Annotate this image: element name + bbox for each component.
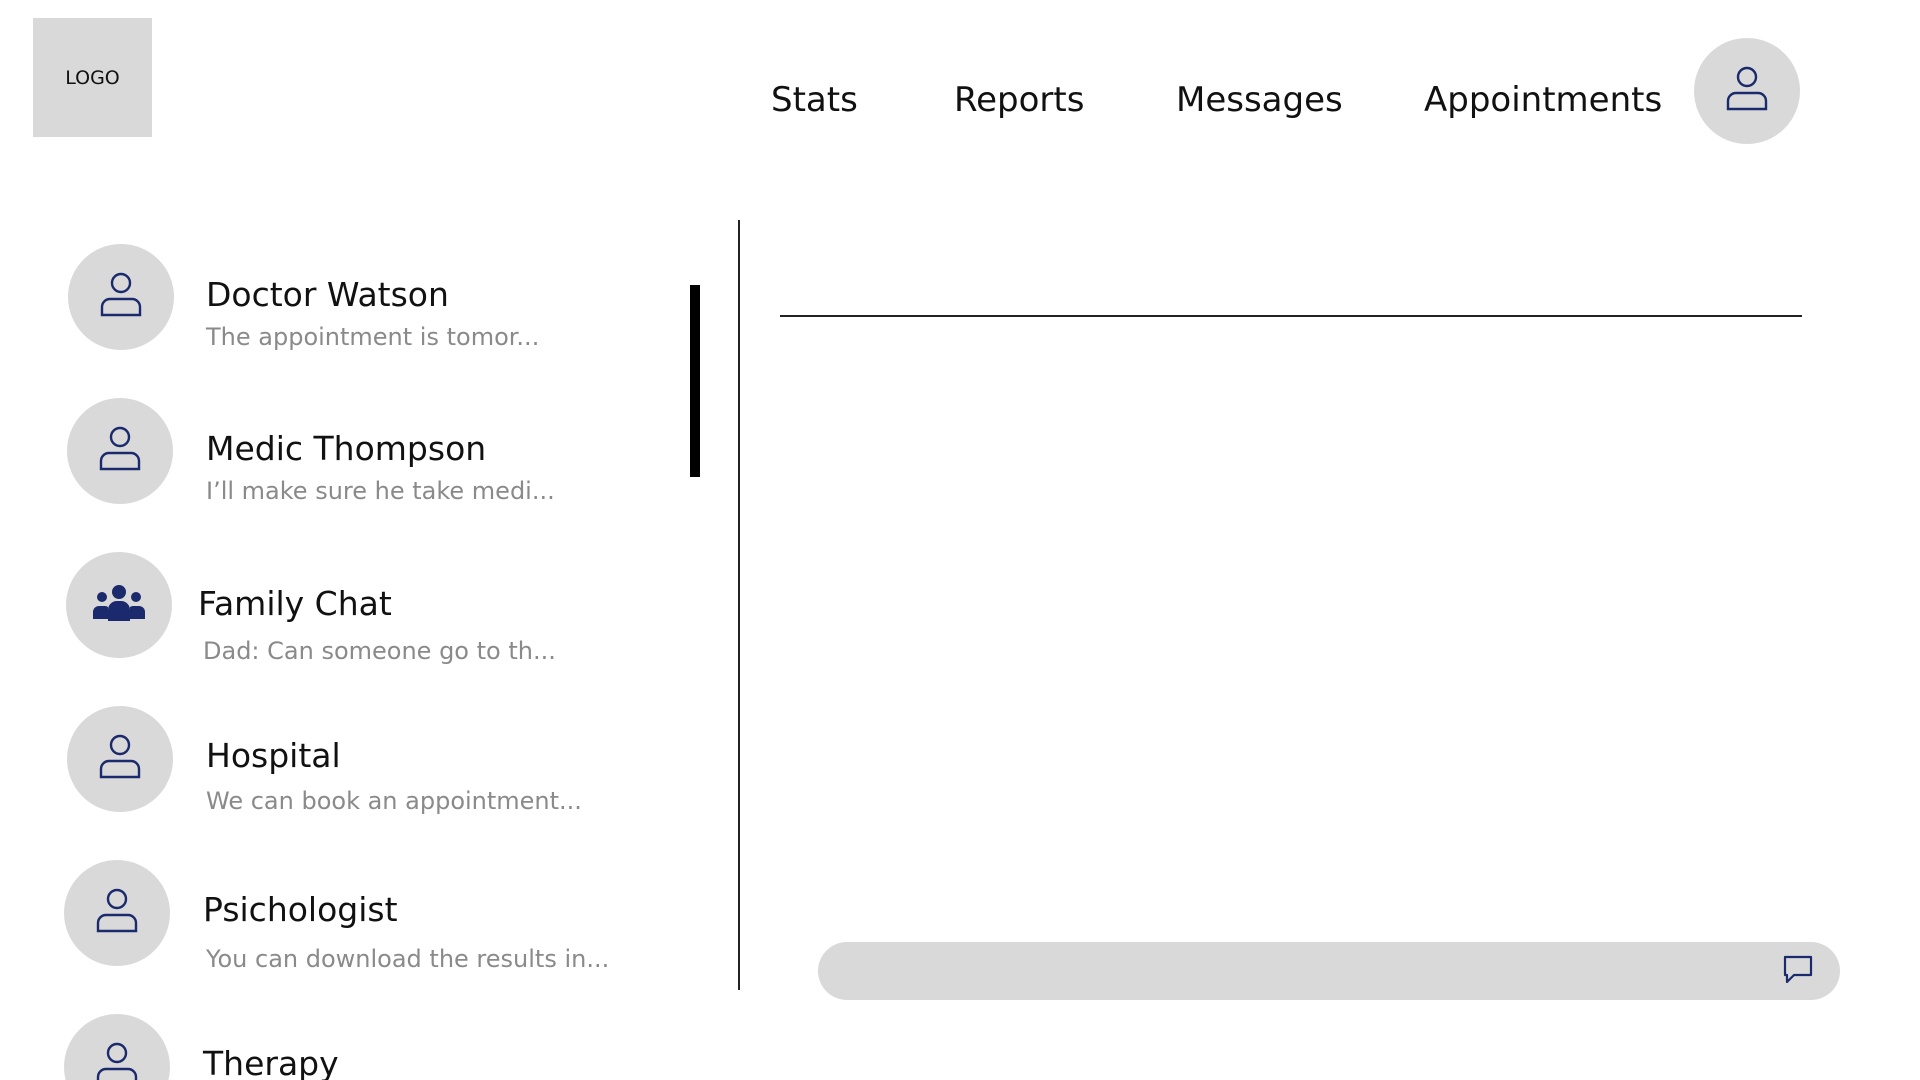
avatar xyxy=(67,398,173,504)
chat-list-scrollbar[interactable] xyxy=(690,285,700,477)
avatar xyxy=(68,244,174,350)
chat-preview: We can book an appointment... xyxy=(206,787,582,815)
user-icon xyxy=(95,1041,139,1080)
user-icon xyxy=(99,271,143,323)
send-message-button[interactable] xyxy=(1780,954,1816,990)
avatar xyxy=(66,552,172,658)
logo[interactable]: LOGO xyxy=(33,18,152,137)
chat-item-hospital[interactable]: Hospital We can book an appointment... xyxy=(0,702,690,822)
avatar xyxy=(64,1014,170,1080)
messages-page: LOGO Stats Reports Messages Appointments xyxy=(0,0,1920,1080)
nav-appointments[interactable]: Appointments xyxy=(1424,78,1662,122)
chat-name: Hospital xyxy=(206,736,341,775)
user-icon xyxy=(95,887,139,939)
message-composer xyxy=(818,942,1840,1002)
chat-name: Medic Thompson xyxy=(206,429,487,468)
nav-reports[interactable]: Reports xyxy=(954,78,1084,122)
chat-item-doctor-watson[interactable]: Doctor Watson The appointment is tomor..… xyxy=(0,240,690,360)
user-icon xyxy=(98,733,142,785)
group-icon xyxy=(91,583,147,627)
user-icon xyxy=(1725,65,1769,117)
user-icon xyxy=(98,425,142,477)
conversation-header-divider xyxy=(780,315,1802,317)
chat-name: Therapy xyxy=(203,1044,339,1080)
chat-name: Family Chat xyxy=(198,584,392,623)
avatar xyxy=(64,860,170,966)
chat-preview: The appointment is tomor... xyxy=(206,323,540,351)
message-input[interactable] xyxy=(842,942,1746,1002)
chat-name: Doctor Watson xyxy=(206,275,449,314)
message-bubble-icon xyxy=(1782,954,1814,990)
nav-stats[interactable]: Stats xyxy=(771,78,858,122)
chat-preview: You can download the results in... xyxy=(206,945,610,973)
chat-item-psichologist[interactable]: Psichologist You can download the result… xyxy=(0,856,690,976)
nav-messages[interactable]: Messages xyxy=(1176,78,1343,122)
chat-item-medic-thompson[interactable]: Medic Thompson I’ll make sure he take me… xyxy=(0,394,690,514)
chat-item-family-chat[interactable]: Family Chat Dad: Can someone go to th... xyxy=(0,548,690,668)
panel-divider xyxy=(738,220,740,990)
avatar xyxy=(67,706,173,812)
profile-button[interactable] xyxy=(1694,38,1800,144)
chat-preview: I’ll make sure he take medi... xyxy=(206,477,555,505)
chat-name: Psichologist xyxy=(203,890,398,929)
chat-list: Doctor Watson The appointment is tomor..… xyxy=(0,220,738,1080)
chat-item-therapy[interactable]: Therapy xyxy=(0,1010,690,1080)
chat-preview: Dad: Can someone go to th... xyxy=(203,637,556,665)
logo-text: LOGO xyxy=(65,66,120,89)
